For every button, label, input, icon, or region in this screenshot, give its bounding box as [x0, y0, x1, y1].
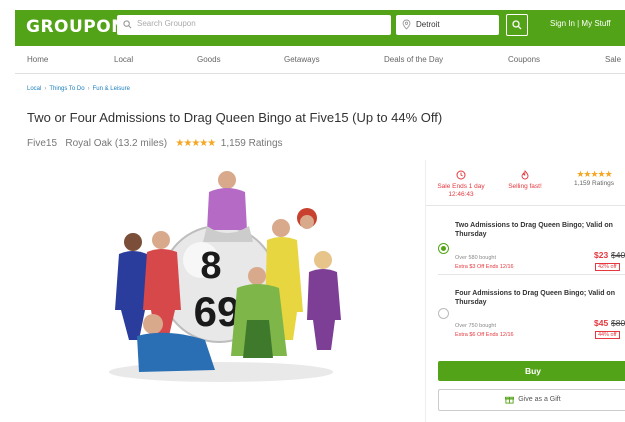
option-radio-selected[interactable]: [438, 243, 449, 254]
divider: [426, 205, 625, 206]
option-name: Four Admissions to Drag Queen Bingo; Val…: [455, 290, 615, 306]
deal-meta: Five15 Royal Oak (13.2 miles) ★★★★★ 1,15…: [27, 138, 283, 149]
deal-hero-image: 8 69: [109, 171, 341, 382]
location-input[interactable]: Detroit: [396, 15, 499, 35]
rating-stars: ★★★★★: [175, 138, 216, 149]
option-original-price: $40: [611, 250, 625, 260]
option-name: Two Admissions to Drag Queen Bingo; Vali…: [455, 222, 613, 238]
breadcrumb-fun-leisure[interactable]: Fun & Leisure: [93, 86, 130, 92]
deal-option[interactable]: Four Admissions to Drag Queen Bingo; Val…: [426, 278, 625, 342]
nav-item-getaways[interactable]: Getaways: [284, 55, 320, 64]
location-value: Detroit: [416, 20, 440, 29]
nav-item-home[interactable]: Home: [27, 55, 48, 64]
option-radio[interactable]: [438, 308, 449, 319]
option-bought-count: Over 580 bought: [455, 255, 496, 261]
rating-count[interactable]: 1,159 Ratings: [221, 138, 283, 149]
option-original-price: $80: [611, 318, 625, 328]
option-price: $23: [594, 250, 609, 260]
divider: [438, 274, 625, 275]
search-icon: [123, 20, 132, 29]
buy-button[interactable]: Buy: [438, 361, 625, 381]
performer-right-purple: [307, 251, 341, 350]
breadcrumb-local[interactable]: Local: [27, 86, 41, 92]
give-as-gift-button[interactable]: Give as a Gift: [438, 389, 625, 411]
option-discount-badge: 42% off: [595, 263, 620, 271]
search-button[interactable]: [506, 14, 528, 36]
groupon-page: GROUPON Search Groupon Detroit Sign In |…: [15, 10, 625, 422]
rating-summary-stars: ★★★★★: [576, 169, 612, 179]
nav-item-sale[interactable]: Sale: [605, 55, 621, 64]
nav-item-deals-of-the-day[interactable]: Deals of the Day: [384, 55, 443, 64]
top-bar: GROUPON Search Groupon Detroit Sign In |…: [15, 10, 625, 46]
breadcrumb-separator: ›: [87, 86, 90, 92]
gift-icon: [505, 396, 515, 404]
deal-option[interactable]: Two Admissions to Drag Queen Bingo; Vali…: [426, 210, 625, 274]
sale-countdown: 12:46:43: [448, 191, 474, 198]
performer-red-hair: [297, 208, 317, 229]
breadcrumb-things-to-do[interactable]: Things To Do: [49, 86, 84, 92]
rating-summary: ★★★★★ 1,159 Ratings: [562, 170, 625, 188]
sale-ends-label: Sale Ends 1 day: [437, 183, 485, 190]
main-nav: Home Local Goods Getaways Deals of the D…: [15, 46, 625, 74]
breadcrumb-separator: ›: [44, 86, 47, 92]
search-input[interactable]: Search Groupon: [117, 15, 391, 35]
purchase-panel: Sale Ends 1 day 12:46:43 Selling fast! ★…: [425, 160, 625, 422]
clock-icon: [456, 170, 466, 180]
search-placeholder: Search Groupon: [137, 19, 196, 28]
nav-item-coupons[interactable]: Coupons: [508, 55, 540, 64]
breadcrumb: Local › Things To Do › Fun & Leisure: [27, 86, 130, 92]
rating-summary-count[interactable]: 1,159 Ratings: [574, 180, 614, 187]
option-bought-count: Over 750 bought: [455, 323, 496, 329]
nav-item-local[interactable]: Local: [114, 55, 133, 64]
selling-fast: Selling fast!: [496, 170, 554, 191]
gift-label: Give as a Gift: [518, 396, 561, 403]
option-discount-badge: 44% off: [595, 331, 620, 339]
selling-fast-label: Selling fast!: [508, 183, 542, 190]
account-links[interactable]: Sign In | My Stuff: [550, 19, 611, 28]
merchant-location[interactable]: Royal Oak (13.2 miles): [65, 138, 167, 149]
groupon-logo[interactable]: GROUPON: [26, 17, 126, 37]
sale-timer: Sale Ends 1 day 12:46:43: [432, 170, 490, 199]
flame-icon: [521, 170, 529, 180]
search-icon: [512, 20, 522, 30]
option-extra-discount: Extra $3 Off Ends 12/16: [455, 264, 514, 270]
option-price: $45: [594, 318, 609, 328]
location-pin-icon: [402, 19, 411, 30]
bingo-ball-number-top: 8: [200, 245, 221, 287]
deal-title: Two or Four Admissions to Drag Queen Bin…: [27, 110, 443, 125]
nav-item-goods[interactable]: Goods: [197, 55, 221, 64]
option-extra-discount: Extra $6 Off Ends 12/16: [455, 332, 514, 338]
bingo-ball-number-bottom: 69: [194, 288, 241, 335]
merchant-name[interactable]: Five15: [27, 138, 57, 149]
